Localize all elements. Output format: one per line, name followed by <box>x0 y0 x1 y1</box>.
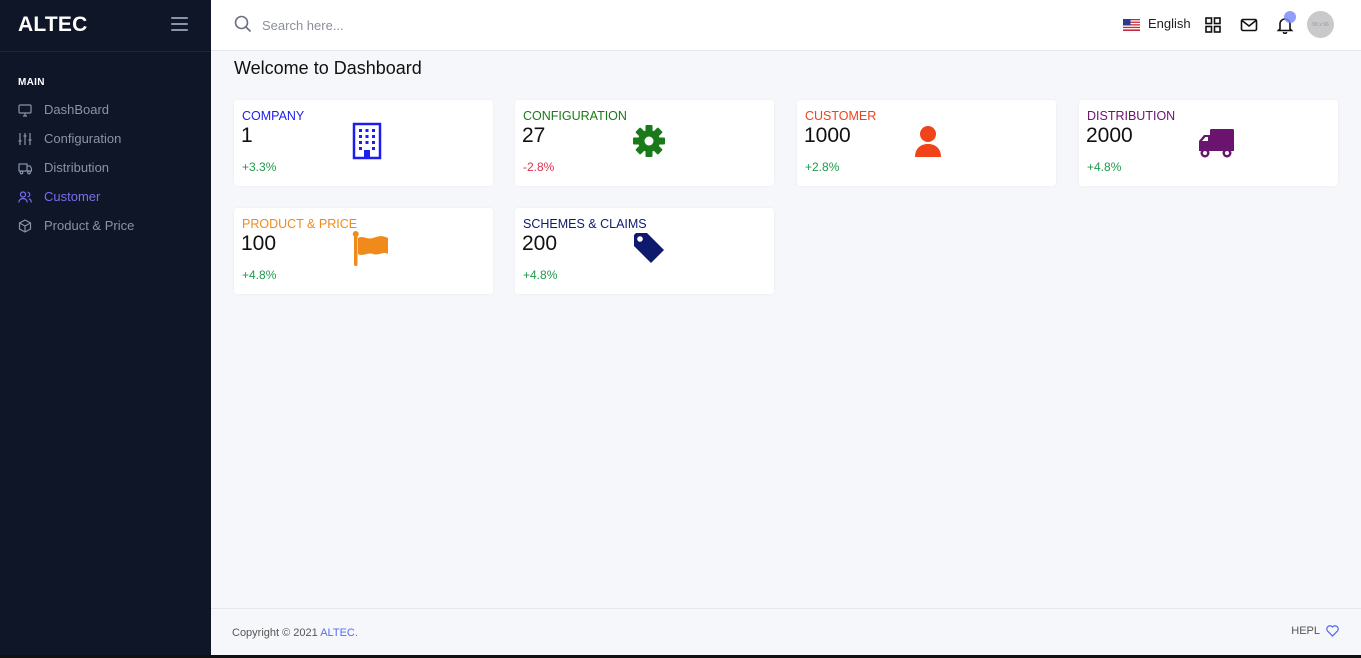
avatar-placeholder-text: 96 x 96 <box>1312 21 1329 28</box>
card-value: 100 <box>241 232 277 255</box>
users-icon <box>18 190 32 204</box>
card-title: CUSTOMER <box>805 109 877 123</box>
sliders-icon <box>18 132 32 146</box>
copyright-brand-link[interactable]: ALTEC. <box>320 627 358 639</box>
card-value: 1 <box>241 124 253 147</box>
search-icon[interactable] <box>234 15 252 33</box>
stat-card-schemes-claims[interactable]: SCHEMES & CLAIMS 200 +4.8% <box>515 208 774 294</box>
sidebar-item-label: Product & Price <box>44 218 135 233</box>
card-value: 2000 <box>1086 124 1133 147</box>
copyright-text: Copyright © 2021 ALTEC. <box>232 627 358 639</box>
card-title: PRODUCT & PRICE <box>242 217 358 231</box>
sidebar-item-customer[interactable]: Customer <box>0 182 211 211</box>
apps-grid-icon[interactable] <box>1204 16 1222 34</box>
stat-card-product-price[interactable]: PRODUCT & PRICE 100 +4.8% <box>234 208 493 294</box>
top-header: English 96 x 96 <box>211 0 1361 51</box>
mail-icon[interactable] <box>1240 16 1258 34</box>
language-selector[interactable]: English <box>1123 16 1191 31</box>
stat-card-customer[interactable]: CUSTOMER 1000 +2.8% <box>797 100 1056 186</box>
card-change: +3.3% <box>242 160 277 174</box>
sidebar-item-configuration[interactable]: Configuration <box>0 124 211 153</box>
sidebar-item-label: Configuration <box>44 131 122 146</box>
truck-icon <box>18 161 32 175</box>
copyright-prefix: Copyright © 2021 <box>232 627 321 639</box>
sidebar: ALTEC MAIN DashBoard Configuration Distr… <box>0 0 211 658</box>
us-flag-icon <box>1123 18 1140 31</box>
card-change: +4.8% <box>242 268 277 282</box>
sidebar-nav: DashBoard Configuration Distribution Cus… <box>0 95 211 240</box>
avatar[interactable]: 96 x 96 <box>1307 11 1334 38</box>
card-change: +4.8% <box>1087 160 1122 174</box>
search-input[interactable] <box>262 15 562 35</box>
menu-toggle-icon[interactable] <box>171 17 188 31</box>
stat-card-distribution[interactable]: DISTRIBUTION 2000 +4.8% <box>1079 100 1338 186</box>
stat-card-company[interactable]: COMPANY 1 +3.3% <box>234 100 493 186</box>
flag-icon <box>352 230 388 266</box>
sidebar-item-dashboard[interactable]: DashBoard <box>0 95 211 124</box>
card-change: -2.8% <box>523 160 555 174</box>
page-title: Welcome to Dashboard <box>234 58 422 78</box>
stat-card-configuration[interactable]: CONFIGURATION 27 -2.8% <box>515 100 774 186</box>
notification-dot <box>1284 11 1296 23</box>
card-value: 27 <box>522 124 546 147</box>
card-title: COMPANY <box>242 109 305 123</box>
card-value: 200 <box>522 232 558 255</box>
card-title: CONFIGURATION <box>523 109 627 123</box>
section-label-main: MAIN <box>18 77 45 88</box>
sidebar-item-distribution[interactable]: Distribution <box>0 153 211 182</box>
sidebar-item-label: Customer <box>44 189 101 204</box>
truck-icon <box>1198 127 1234 163</box>
footer-credit-label: HEPL <box>1291 625 1320 637</box>
footer-credit: HEPL <box>1291 625 1339 637</box>
tag-icon <box>632 231 668 267</box>
sidebar-item-product-price[interactable]: Product & Price <box>0 211 211 240</box>
sidebar-item-label: Distribution <box>44 160 110 175</box>
box-icon <box>18 218 32 233</box>
card-title: DISTRIBUTION <box>1087 109 1176 123</box>
gear-icon <box>632 124 668 160</box>
sidebar-divider <box>0 51 211 52</box>
brand-logo[interactable]: ALTEC <box>18 13 87 37</box>
card-title: SCHEMES & CLAIMS <box>523 217 647 231</box>
card-value: 1000 <box>804 124 851 147</box>
monitor-icon <box>18 103 32 117</box>
language-label: English <box>1148 16 1191 31</box>
user-icon <box>913 125 949 161</box>
sidebar-item-label: DashBoard <box>44 102 110 117</box>
page-footer: Copyright © 2021 ALTEC. HEPL <box>211 608 1361 658</box>
card-change: +2.8% <box>805 160 840 174</box>
heart-icon <box>1326 625 1339 637</box>
building-icon <box>351 122 387 160</box>
card-change: +4.8% <box>523 268 558 282</box>
